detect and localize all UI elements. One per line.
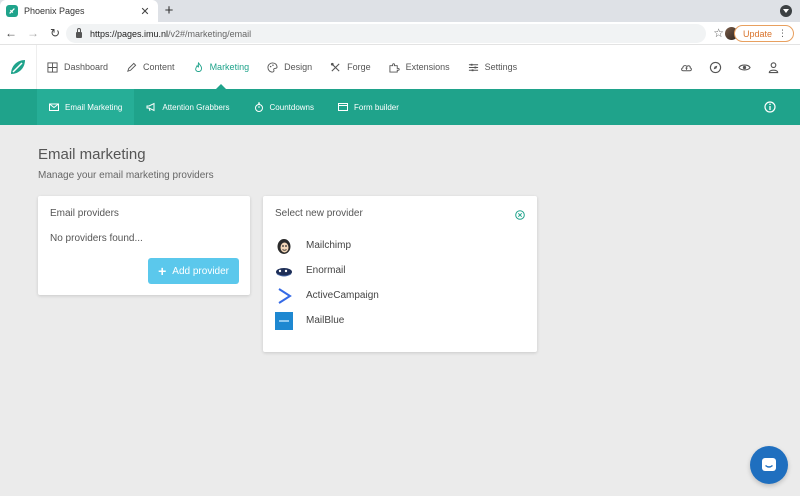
nav-dashboard-label: Dashboard (64, 62, 109, 72)
nav-content-label: Content (143, 62, 175, 72)
subnav-countdowns[interactable]: Countdowns (242, 89, 326, 125)
address-bar: ← → ↻ https://pages.imu.nl/v2#/marketing… (0, 22, 800, 45)
mailblue-logo-icon (275, 311, 293, 330)
subnav-email-marketing-label: Email Marketing (65, 102, 123, 112)
back-icon[interactable]: ← (0, 26, 22, 40)
tab-title: Phoenix Pages (24, 6, 85, 16)
marketing-subnav: Email Marketing Attention Grabbers Count… (0, 89, 800, 125)
enormail-logo-icon (275, 262, 293, 280)
provider-mailchimp-label: Mailchimp (306, 240, 352, 251)
activecampaign-logo-icon (275, 287, 293, 305)
mailchimp-logo-icon (275, 237, 293, 255)
update-button[interactable]: Update ⋮ (733, 25, 794, 42)
nav-forge[interactable]: Forge (330, 45, 371, 89)
nav-extensions[interactable]: Extensions (389, 45, 450, 89)
nav-marketing[interactable]: Marketing (193, 45, 250, 90)
nav-content[interactable]: Content (126, 45, 175, 89)
subnav-attention-grabbers[interactable]: Attention Grabbers (134, 89, 241, 125)
subnav-attention-grabbers-label: Attention Grabbers (162, 102, 230, 112)
add-provider-button[interactable]: + Add provider (148, 258, 239, 284)
forward-icon[interactable]: → (22, 26, 44, 40)
provider-enormail[interactable]: Enormail (275, 258, 525, 283)
update-label: Update (742, 28, 772, 39)
info-icon[interactable] (764, 101, 776, 113)
eye-icon[interactable] (738, 61, 751, 74)
url-host: https://pages.imu.nl (90, 28, 169, 39)
email-providers-card: Email providers No providers found... + … (38, 196, 250, 295)
browser-tab[interactable]: Phoenix Pages ✕ (0, 0, 158, 22)
more-vert-icon: ⋮ (778, 28, 787, 38)
provider-list: Mailchimp Enormail ActiveCampaign MailBl… (275, 233, 525, 333)
compass-icon[interactable] (709, 61, 722, 74)
sliders-icon (468, 63, 478, 71)
email-providers-title: Email providers (50, 208, 119, 219)
provider-mailblue-label: MailBlue (306, 315, 345, 326)
bookmark-star-icon[interactable]: ☆ (713, 26, 724, 40)
puzzle-icon (389, 62, 400, 73)
phoenix-logo-icon[interactable] (0, 45, 37, 89)
chat-icon (762, 458, 776, 471)
nav-dashboard[interactable]: Dashboard (47, 45, 108, 89)
nav-marketing-label: Marketing (209, 62, 250, 72)
app-top-nav: Dashboard Content Marketing Design Forge… (0, 45, 800, 90)
provider-activecampaign[interactable]: ActiveCampaign (275, 283, 525, 308)
add-provider-label: Add provider (172, 265, 229, 277)
tools-icon (331, 62, 340, 72)
megaphone-icon (146, 102, 155, 112)
provider-activecampaign-label: ActiveCampaign (306, 290, 379, 301)
subnav-countdowns-label: Countdowns (269, 102, 314, 112)
tab-close-icon[interactable]: ✕ (138, 5, 152, 18)
stopwatch-icon (254, 102, 263, 112)
grid-icon (47, 61, 58, 73)
flame-icon (194, 61, 202, 72)
nav-settings[interactable]: Settings (468, 45, 518, 89)
nav-design[interactable]: Design (267, 45, 312, 89)
nav-design-label: Design (284, 62, 313, 72)
provider-mailchimp[interactable]: Mailchimp (275, 233, 525, 258)
reload-icon[interactable]: ↻ (44, 26, 66, 40)
phoenix-favicon-icon (6, 5, 18, 17)
provider-enormail-label: Enormail (306, 265, 346, 276)
provider-mailblue[interactable]: MailBlue (275, 308, 525, 333)
page-title: Email marketing (38, 146, 146, 163)
browser-tabbar: Phoenix Pages ✕ + (0, 0, 800, 22)
pencil-icon (127, 62, 137, 72)
nav-settings-label: Settings (484, 62, 518, 72)
user-icon[interactable] (767, 61, 780, 74)
envelope-icon (49, 103, 59, 111)
empty-providers-text: No providers found... (50, 233, 143, 244)
url-input[interactable]: https://pages.imu.nl/v2#/marketing/email (66, 24, 706, 43)
close-circle-icon[interactable] (515, 210, 525, 220)
subnav-email-marketing[interactable]: Email Marketing (37, 89, 135, 125)
lock-icon (76, 27, 82, 38)
select-provider-card: Select new provider Mailchimp Enormail A… (263, 196, 537, 352)
plus-icon: + (158, 263, 167, 279)
subnav-form-builder[interactable]: Form builder (326, 89, 411, 125)
new-tab-button[interactable]: + (161, 2, 177, 20)
tab-search-icon[interactable] (780, 5, 792, 17)
palette-icon (267, 61, 278, 73)
cloud-upload-icon[interactable] (680, 61, 693, 74)
nav-forge-label: Forge (347, 62, 371, 72)
subnav-form-builder-label: Form builder (354, 102, 399, 112)
select-provider-title: Select new provider (275, 208, 363, 219)
form-icon (338, 103, 348, 111)
nav-extensions-label: Extensions (405, 62, 450, 72)
chat-widget-button[interactable] (750, 446, 788, 484)
page-subtitle: Manage your email marketing providers (38, 170, 214, 181)
url-path: /v2#/marketing/email (168, 28, 252, 39)
nav-right-actions (680, 45, 780, 89)
